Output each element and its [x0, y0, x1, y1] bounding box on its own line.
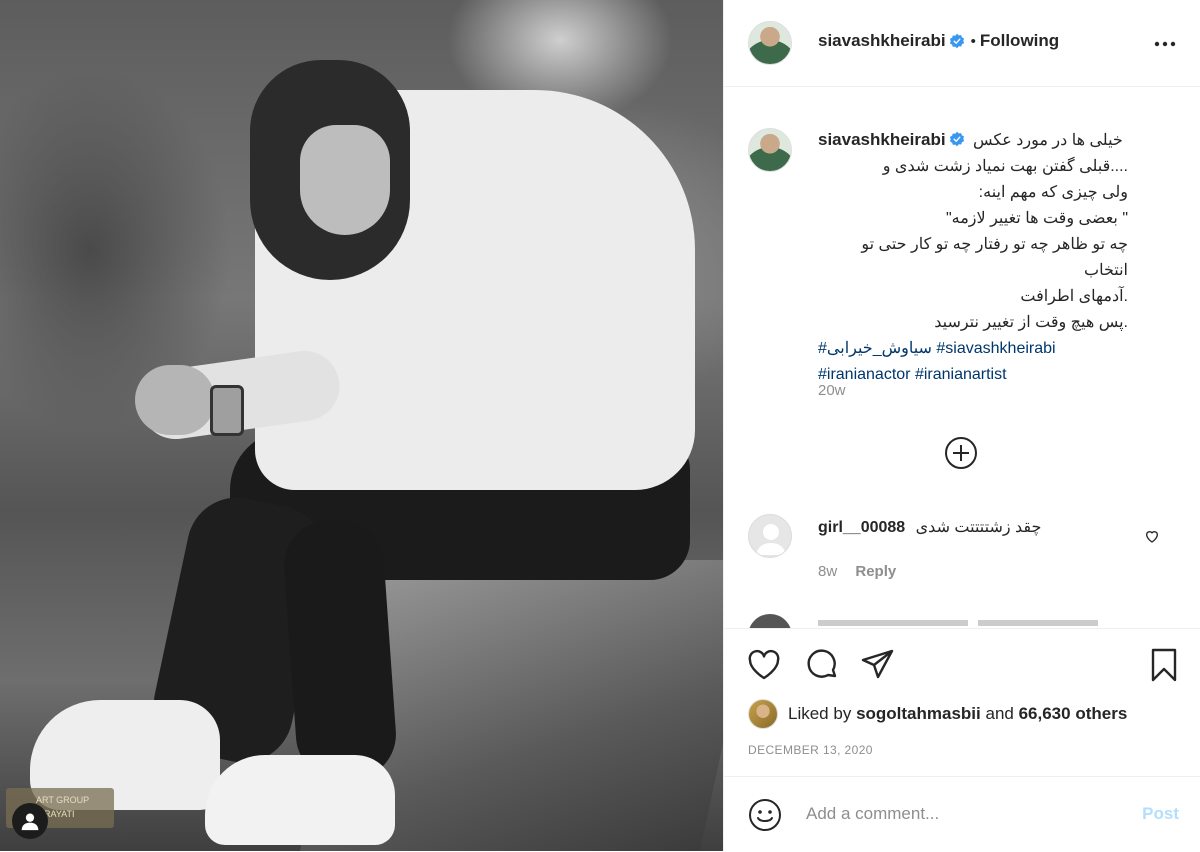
likes-summary: Liked by sogoltahmasbii and 66,630 other… [748, 699, 1127, 729]
caption-line: .پس هیچ وقت از تغییر نترسید [934, 314, 1128, 331]
comment-bubble-icon[interactable] [804, 647, 840, 683]
photo-leg-right [281, 516, 399, 784]
photo-face [300, 125, 390, 235]
more-options-icon[interactable] [1153, 32, 1177, 56]
caption-hashtags-2[interactable]: #iranianactor #iranianartist [818, 362, 1128, 388]
post-comment-button[interactable]: Post [1142, 804, 1179, 824]
liked-by-label: Liked by [788, 704, 852, 723]
post-panel: siavashkheirabi • Following siavashkheir… [723, 0, 1200, 851]
header-separator: • [970, 32, 976, 50]
tagged-user-icon[interactable] [12, 803, 48, 839]
share-send-icon[interactable] [860, 647, 896, 683]
watermark-line-1: ART GROUP [36, 795, 90, 805]
caption-first-line: siavashkheirabi خیلی ها در مورد عکس [818, 127, 1128, 154]
comment-like-icon[interactable] [1144, 528, 1160, 544]
post-caption: siavashkheirabi خیلی ها در مورد عکس ....… [818, 127, 1128, 388]
header-avatar[interactable] [748, 21, 792, 65]
caption-line: چه تو ظاهر چه تو رفتار چه تو کار حتی تو … [861, 236, 1128, 279]
caption-verified-icon [949, 131, 964, 147]
caption-timestamp[interactable]: 20w [818, 382, 846, 399]
post-header: siavashkheirabi • Following [724, 0, 1200, 87]
post-date[interactable]: DECEMBER 13, 2020 [748, 743, 873, 757]
caption-avatar[interactable] [748, 128, 792, 172]
caption-line: ....قبلی گفتن بهت نمیاد زشت شدی و [882, 158, 1128, 175]
caption-text-first: خیلی ها در مورد عکس [973, 132, 1123, 149]
comment-meta: 8w Reply [818, 563, 896, 580]
following-button[interactable]: Following [980, 31, 1059, 51]
caption-line: ولی چیزی که مهم اینه: [978, 184, 1128, 201]
photo-hand [135, 365, 215, 435]
load-more-comments-icon[interactable] [944, 436, 978, 470]
post-photo[interactable]: ART GROUP A RAYATI [0, 0, 723, 851]
header-user-row: siavashkheirabi • Following [818, 31, 1059, 51]
liker-username[interactable]: sogoltahmasbii [856, 704, 981, 724]
comment-text: چقد زشتتتتت شدی [915, 519, 1042, 536]
like-heart-icon[interactable] [746, 647, 782, 683]
partially-visible-comment [748, 614, 1168, 628]
likes-and-label: and [985, 704, 1014, 723]
caption-username[interactable]: siavashkheirabi [818, 130, 946, 149]
verified-badge-icon [949, 33, 964, 49]
photo-shoe-right [205, 755, 395, 845]
caption-hashtags-1[interactable]: #سیاوش_خیرابی #siavashkheirabi [818, 336, 1128, 362]
caption-line: .آدمهای اطرافت [1020, 288, 1128, 305]
comment-row: girl__00088 چقد زشتتتتت شدی [818, 517, 1041, 537]
header-username[interactable]: siavashkheirabi [818, 31, 946, 51]
reply-button[interactable]: Reply [855, 563, 896, 580]
comment-avatar[interactable] [748, 514, 792, 558]
emoji-icon[interactable] [748, 798, 782, 832]
comment-time[interactable]: 8w [818, 563, 837, 580]
caption-line: " بعضی وقت ها تغییر لازمه" [945, 210, 1128, 227]
add-comment-bar: Post [724, 776, 1200, 852]
photo-watch [210, 385, 244, 436]
comment-input[interactable] [804, 803, 1108, 825]
likes-count[interactable]: 66,630 others [1019, 704, 1128, 724]
comment-username[interactable]: girl__00088 [818, 519, 905, 536]
liker-avatar[interactable] [748, 699, 778, 729]
post-actions: Liked by sogoltahmasbii and 66,630 other… [724, 628, 1200, 777]
save-bookmark-icon[interactable] [1146, 647, 1182, 683]
